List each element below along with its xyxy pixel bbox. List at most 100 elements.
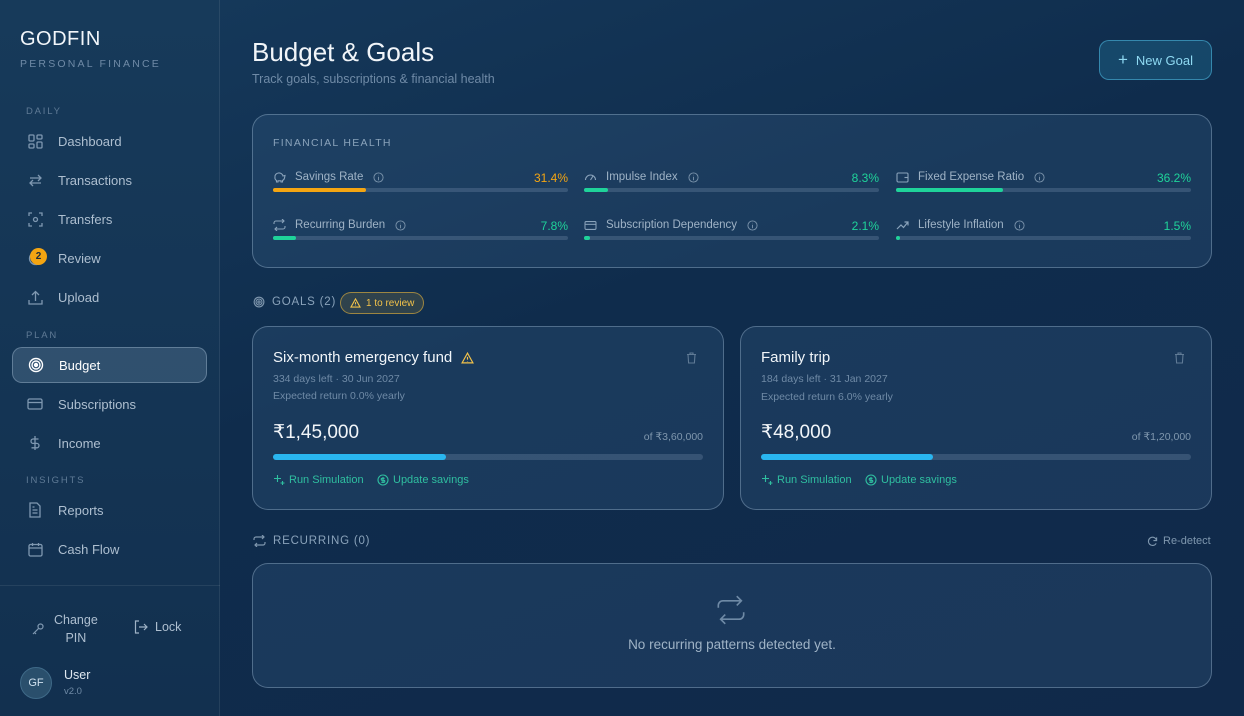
sidebar-item-income[interactable]: Income bbox=[12, 425, 207, 461]
metric-progress-fill bbox=[896, 188, 1003, 192]
dashboard-icon bbox=[26, 132, 44, 150]
info-icon[interactable] bbox=[395, 219, 406, 231]
target-icon bbox=[253, 296, 265, 308]
upload-icon bbox=[26, 288, 44, 306]
user-name: User bbox=[64, 668, 91, 682]
metric-progress-track bbox=[273, 188, 568, 192]
metric-recurring-burden: Recurring Burden 7.8% bbox=[273, 219, 568, 249]
info-icon[interactable] bbox=[373, 171, 384, 183]
info-icon[interactable] bbox=[1034, 171, 1045, 183]
trash-icon[interactable] bbox=[1174, 351, 1185, 369]
metric-progress-fill bbox=[273, 236, 296, 240]
goal-title-text: Six-month emergency fund bbox=[273, 349, 453, 366]
sidebar-item-dashboard[interactable]: Dashboard bbox=[12, 123, 207, 159]
metric-progress-track bbox=[584, 188, 879, 192]
goal-expected-return: Expected return 6.0% yearly bbox=[761, 391, 893, 403]
metric-savings-rate: Savings Rate 31.4% bbox=[273, 171, 568, 201]
metric-value: 8.3% bbox=[851, 171, 879, 185]
change-pin-label-line1: Change bbox=[54, 613, 98, 627]
brand-logo: GODFIN bbox=[20, 28, 101, 50]
sidebar-item-budget[interactable]: Budget bbox=[12, 347, 207, 383]
target-icon bbox=[27, 356, 45, 374]
new-goal-label: New Goal bbox=[1135, 52, 1193, 68]
run-simulation-label: Run Simulation bbox=[777, 474, 852, 486]
sidebar-item-cash-flow[interactable]: Cash Flow bbox=[12, 531, 207, 567]
sidebar-item-label: Reports bbox=[58, 502, 104, 518]
sidebar-item-reports[interactable]: Reports bbox=[12, 492, 207, 528]
run-simulation-button[interactable]: Run Simulation bbox=[273, 474, 364, 486]
sidebar-item-label: Subscriptions bbox=[58, 396, 137, 412]
recurring-heading-label: RECURRING (0) bbox=[273, 535, 371, 547]
goal-target: of ₹3,60,000 bbox=[643, 431, 703, 443]
goal-title-text: Family trip bbox=[761, 349, 831, 366]
transactions-icon bbox=[26, 171, 44, 189]
metric-progress-track bbox=[584, 236, 879, 240]
metric-subscription-dependency: Subscription Dependency 2.1% bbox=[584, 219, 879, 249]
coin-icon bbox=[377, 474, 389, 486]
review-pill[interactable]: 1 to review bbox=[340, 292, 425, 314]
metric-value: 31.4% bbox=[533, 171, 568, 185]
trash-icon[interactable] bbox=[686, 351, 697, 369]
section-label-insights: INSIGHTS bbox=[26, 475, 86, 486]
sidebar-item-transfers[interactable]: Transfers bbox=[12, 201, 207, 237]
sidebar-item-label: Upload bbox=[58, 289, 100, 305]
dollar-icon bbox=[26, 434, 44, 452]
metric-fixed-expense-ratio: Fixed Expense Ratio 36.2% bbox=[896, 171, 1191, 201]
metric-progress-fill bbox=[896, 236, 901, 240]
metric-progress-fill bbox=[584, 188, 609, 192]
redetect-label: Re-detect bbox=[1163, 535, 1211, 547]
card-icon bbox=[584, 220, 598, 231]
goal-progress-track bbox=[761, 454, 1191, 460]
metric-label-text: Impulse Index bbox=[606, 171, 678, 183]
redetect-button[interactable]: Re-detect bbox=[1147, 535, 1211, 547]
sidebar-item-label: Transactions bbox=[58, 172, 132, 188]
metric-progress-fill bbox=[584, 236, 591, 240]
logout-icon bbox=[134, 620, 148, 634]
page-subtitle: Track goals, subscriptions & financial h… bbox=[252, 72, 495, 86]
app-version: v2.0 bbox=[64, 686, 82, 697]
change-pin-label: Change PIN bbox=[54, 611, 98, 647]
metric-label: Impulse Index bbox=[584, 171, 699, 183]
metric-label-text: Fixed Expense Ratio bbox=[918, 171, 1025, 183]
sidebar-item-label: Budget bbox=[59, 357, 101, 373]
change-pin-button[interactable]: Change PIN bbox=[32, 611, 98, 647]
sparkle-icon bbox=[761, 474, 773, 486]
sidebar-item-subscriptions[interactable]: Subscriptions bbox=[12, 386, 207, 422]
update-savings-label: Update savings bbox=[881, 474, 957, 486]
metric-value: 1.5% bbox=[1163, 219, 1191, 233]
section-label-plan: PLAN bbox=[26, 330, 59, 341]
sidebar-item-label: Income bbox=[58, 435, 101, 451]
metric-value: 36.2% bbox=[1156, 171, 1191, 185]
change-pin-label-line2: PIN bbox=[65, 631, 87, 645]
coin-icon bbox=[865, 474, 877, 486]
metric-label: Fixed Expense Ratio bbox=[896, 171, 1045, 183]
sidebar-item-upload[interactable]: Upload bbox=[12, 279, 207, 315]
goal-progress-track bbox=[273, 454, 703, 460]
run-simulation-button[interactable]: Run Simulation bbox=[761, 474, 852, 486]
key-icon bbox=[32, 623, 44, 635]
sidebar-item-label: Transfers bbox=[58, 211, 113, 227]
sidebar-item-label: Cash Flow bbox=[58, 541, 120, 557]
info-icon[interactable] bbox=[688, 171, 699, 183]
update-savings-label: Update savings bbox=[393, 474, 469, 486]
brand-subtitle: PERSONAL FINANCE bbox=[20, 58, 161, 70]
update-savings-button[interactable]: Update savings bbox=[377, 474, 469, 486]
trend-up-icon bbox=[896, 220, 910, 230]
info-icon[interactable] bbox=[747, 219, 758, 231]
recurring-heading: RECURRING (0) bbox=[253, 535, 370, 547]
lock-button[interactable]: Lock bbox=[134, 620, 181, 634]
piggy-icon bbox=[273, 171, 287, 183]
plus-icon: + bbox=[1117, 50, 1128, 69]
metric-label: Lifestyle Inflation bbox=[896, 219, 1025, 231]
warning-icon bbox=[350, 298, 361, 308]
info-icon[interactable] bbox=[1014, 219, 1025, 231]
metric-value: 2.1% bbox=[851, 219, 879, 233]
sidebar: GODFIN PERSONAL FINANCE DAILY Dashboard … bbox=[0, 0, 220, 716]
avatar[interactable]: GF bbox=[20, 667, 52, 699]
sidebar-item-transactions[interactable]: Transactions bbox=[12, 162, 207, 198]
goal-expected-return: Expected return 0.0% yearly bbox=[273, 390, 405, 402]
review-count-badge: 2 bbox=[30, 248, 47, 265]
refresh-icon bbox=[1147, 536, 1158, 547]
new-goal-button[interactable]: + New Goal bbox=[1099, 40, 1212, 80]
update-savings-button[interactable]: Update savings bbox=[865, 474, 957, 486]
